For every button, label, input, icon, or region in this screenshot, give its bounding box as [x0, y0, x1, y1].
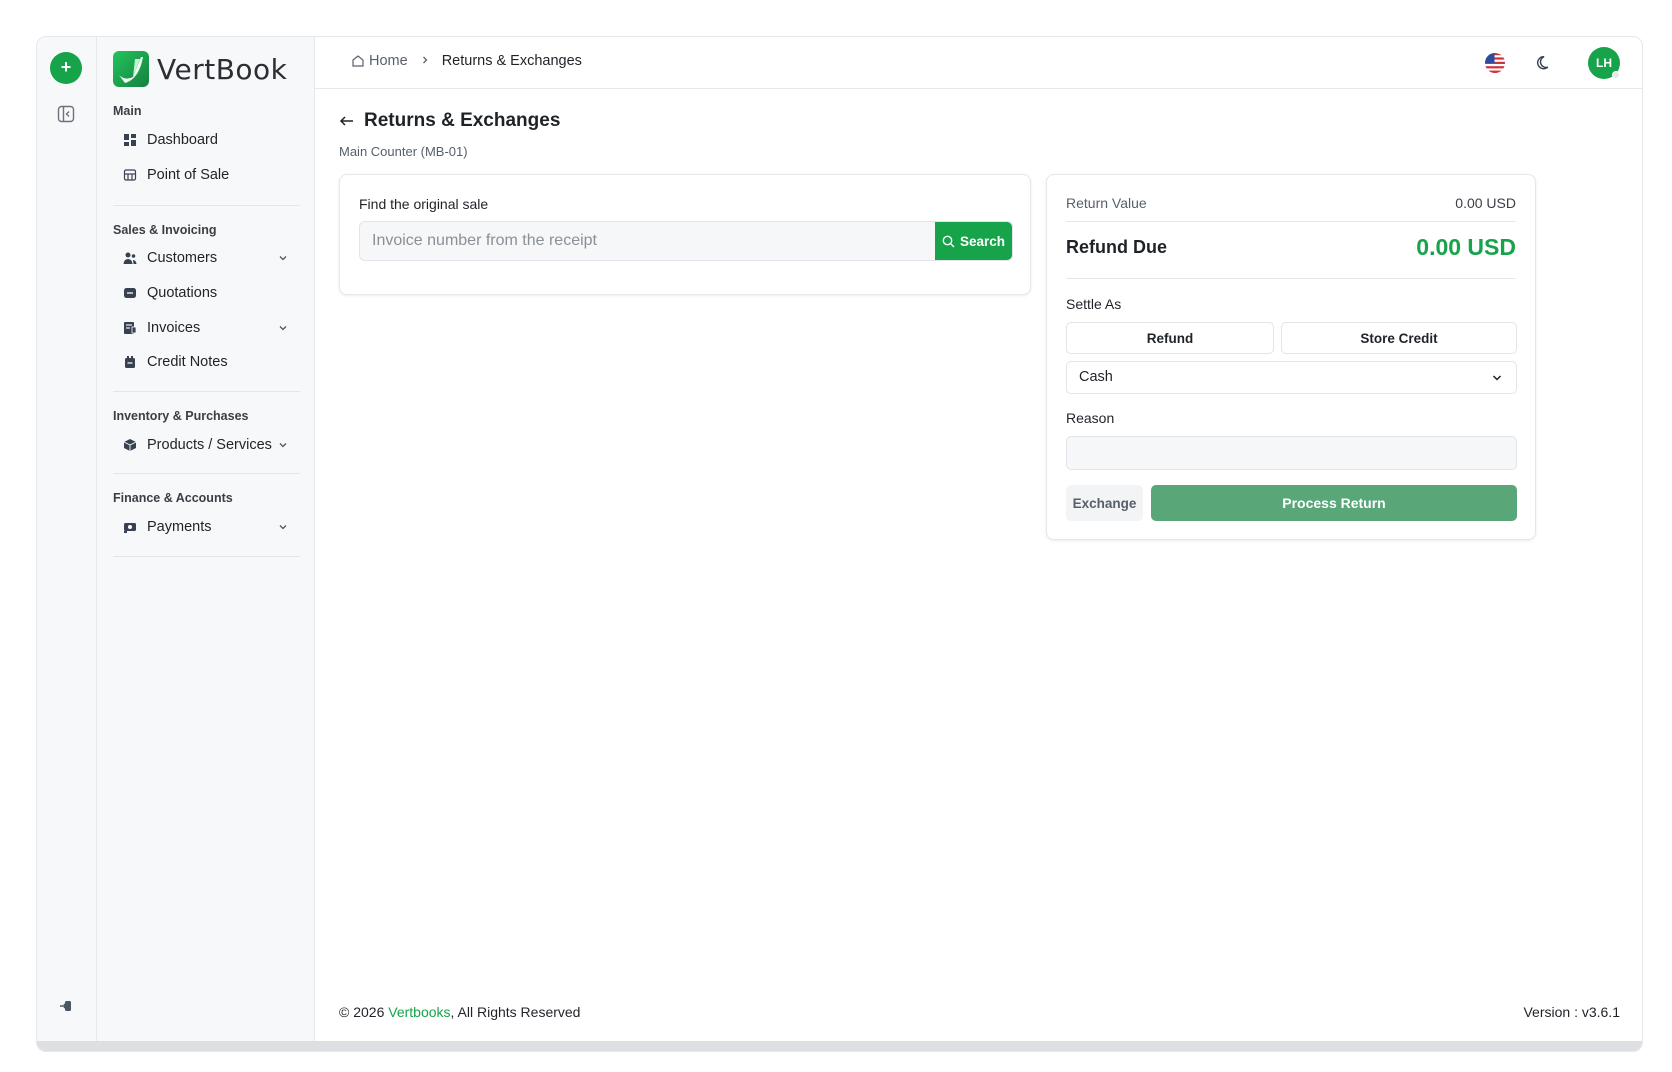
quotations-icon [123, 286, 137, 300]
section-title-main: Main [113, 104, 142, 118]
chevron-down-icon [277, 252, 289, 264]
bottom-scrollbar[interactable] [37, 1041, 1642, 1051]
logo-mark-icon [113, 51, 149, 87]
sidebar-item-label: Customers [147, 250, 218, 266]
process-return-button[interactable]: Process Return [1151, 485, 1517, 521]
find-sale-card: Find the original sale Search [339, 174, 1031, 295]
brand-name: VertBook [157, 52, 288, 86]
page-title: Returns & Exchanges [364, 110, 561, 131]
search-button-label: Search [959, 233, 1006, 249]
quick-add-button[interactable]: + [50, 52, 82, 84]
return-value-label: Return Value [1066, 195, 1147, 211]
summary-divider [1066, 221, 1516, 222]
breadcrumb-current: Returns & Exchanges [441, 53, 582, 69]
search-button[interactable]: Search [935, 222, 1012, 260]
invoice-search: Search [359, 221, 1013, 261]
sidebar-item-customers[interactable]: Customers [123, 245, 289, 271]
find-sale-label: Find the original sale [359, 196, 489, 212]
chevron-down-icon [277, 521, 289, 533]
page-header: Returns & Exchanges [339, 110, 560, 132]
payment-method-select[interactable]: Cash [1066, 361, 1517, 394]
invoices-icon [123, 321, 137, 335]
chevron-down-icon [277, 439, 289, 451]
footer-brand-link[interactable]: Vertbooks [388, 1004, 450, 1020]
logout-icon[interactable] [57, 997, 75, 1015]
brand-logo[interactable]: VertBook [113, 51, 287, 87]
sidebar-item-label: Credit Notes [147, 354, 228, 370]
products-icon [123, 438, 137, 452]
sidebar-item-label: Point of Sale [147, 167, 230, 183]
summary-divider [1066, 278, 1516, 279]
pos-icon [123, 168, 137, 182]
top-bar: Home Returns & Exchanges LH [315, 37, 1642, 89]
refund-option-button[interactable]: Refund [1066, 322, 1274, 354]
reason-input[interactable] [1066, 436, 1517, 470]
return-summary-card: Return Value 0.00 USD Refund Due 0.00 US… [1046, 174, 1536, 540]
breadcrumb-home[interactable]: Home [351, 53, 408, 69]
sidebar-divider [113, 391, 300, 392]
sidebar-item-credit-notes[interactable]: Credit Notes [123, 349, 289, 375]
sidebar-item-label: Invoices [147, 320, 201, 336]
customers-icon [123, 251, 137, 265]
section-title-finance: Finance & Accounts [113, 491, 233, 505]
sidebar-item-payments[interactable]: Payments [123, 514, 289, 540]
sidebar-divider [113, 473, 300, 474]
page-subtitle: Main Counter (MB-01) [339, 144, 468, 159]
payment-method-value: Cash [1079, 369, 1113, 385]
sidebar-item-products-services[interactable]: Products / Services [123, 432, 289, 458]
store-credit-option-button[interactable]: Store Credit [1281, 322, 1517, 354]
sidebar-item-invoices[interactable]: Invoices [123, 315, 289, 341]
search-icon [942, 235, 955, 247]
sidebar-divider [113, 205, 300, 206]
moon-icon[interactable] [1536, 54, 1554, 72]
sidebar-item-quotations[interactable]: Quotations [123, 280, 289, 306]
return-value: 0.00 USD [1455, 195, 1516, 211]
app-window: + VertBook Main Dashboard Point of Sale … [36, 36, 1643, 1052]
us-flag-icon[interactable] [1485, 53, 1505, 73]
sidebar-collapse-icon[interactable] [56, 104, 76, 124]
main-content: Returns & Exchanges Main Counter (MB-01)… [315, 90, 1642, 1041]
refund-due-label: Refund Due [1066, 237, 1167, 257]
breadcrumb: Home Returns & Exchanges [351, 53, 582, 69]
footer-copyright: © 2026 Vertbooks, All Rights Reserved [339, 1004, 580, 1020]
sidebar-item-label: Quotations [147, 285, 218, 301]
settle-as-label: Settle As [1066, 296, 1122, 312]
copyright-prefix: © 2026 [339, 1004, 389, 1020]
payments-icon [123, 520, 137, 534]
status-dot [1612, 71, 1620, 79]
footer-version: Version : v3.6.1 [1523, 1004, 1620, 1020]
section-title-inventory: Inventory & Purchases [113, 409, 249, 423]
sidebar-item-label: Payments [147, 519, 212, 535]
breadcrumb-home-label: Home [369, 53, 408, 69]
sidebar-divider [113, 556, 300, 557]
exchange-button[interactable]: Exchange [1066, 485, 1143, 521]
sidebar: VertBook Main Dashboard Point of Sale Sa… [97, 37, 315, 1041]
copyright-suffix: , All Rights Reserved [450, 1004, 581, 1020]
dashboard-icon [123, 133, 137, 147]
chevron-down-icon [1492, 375, 1502, 381]
back-arrow-icon[interactable] [339, 113, 355, 129]
section-title-sales: Sales & Invoicing [113, 223, 217, 237]
invoice-search-input[interactable] [360, 222, 937, 260]
chevron-right-icon [420, 54, 430, 68]
reason-label: Reason [1066, 410, 1115, 426]
chevron-down-icon [277, 322, 289, 334]
refund-due-amount: 0.00 USD [1416, 234, 1516, 260]
icon-rail: + [37, 37, 97, 1041]
sidebar-item-dashboard[interactable]: Dashboard [123, 127, 289, 153]
sidebar-item-label: Dashboard [147, 132, 218, 148]
credit-notes-icon [123, 355, 137, 369]
sidebar-item-point-of-sale[interactable]: Point of Sale [123, 162, 289, 188]
home-icon [352, 55, 364, 67]
sidebar-item-label: Products / Services [147, 437, 272, 453]
